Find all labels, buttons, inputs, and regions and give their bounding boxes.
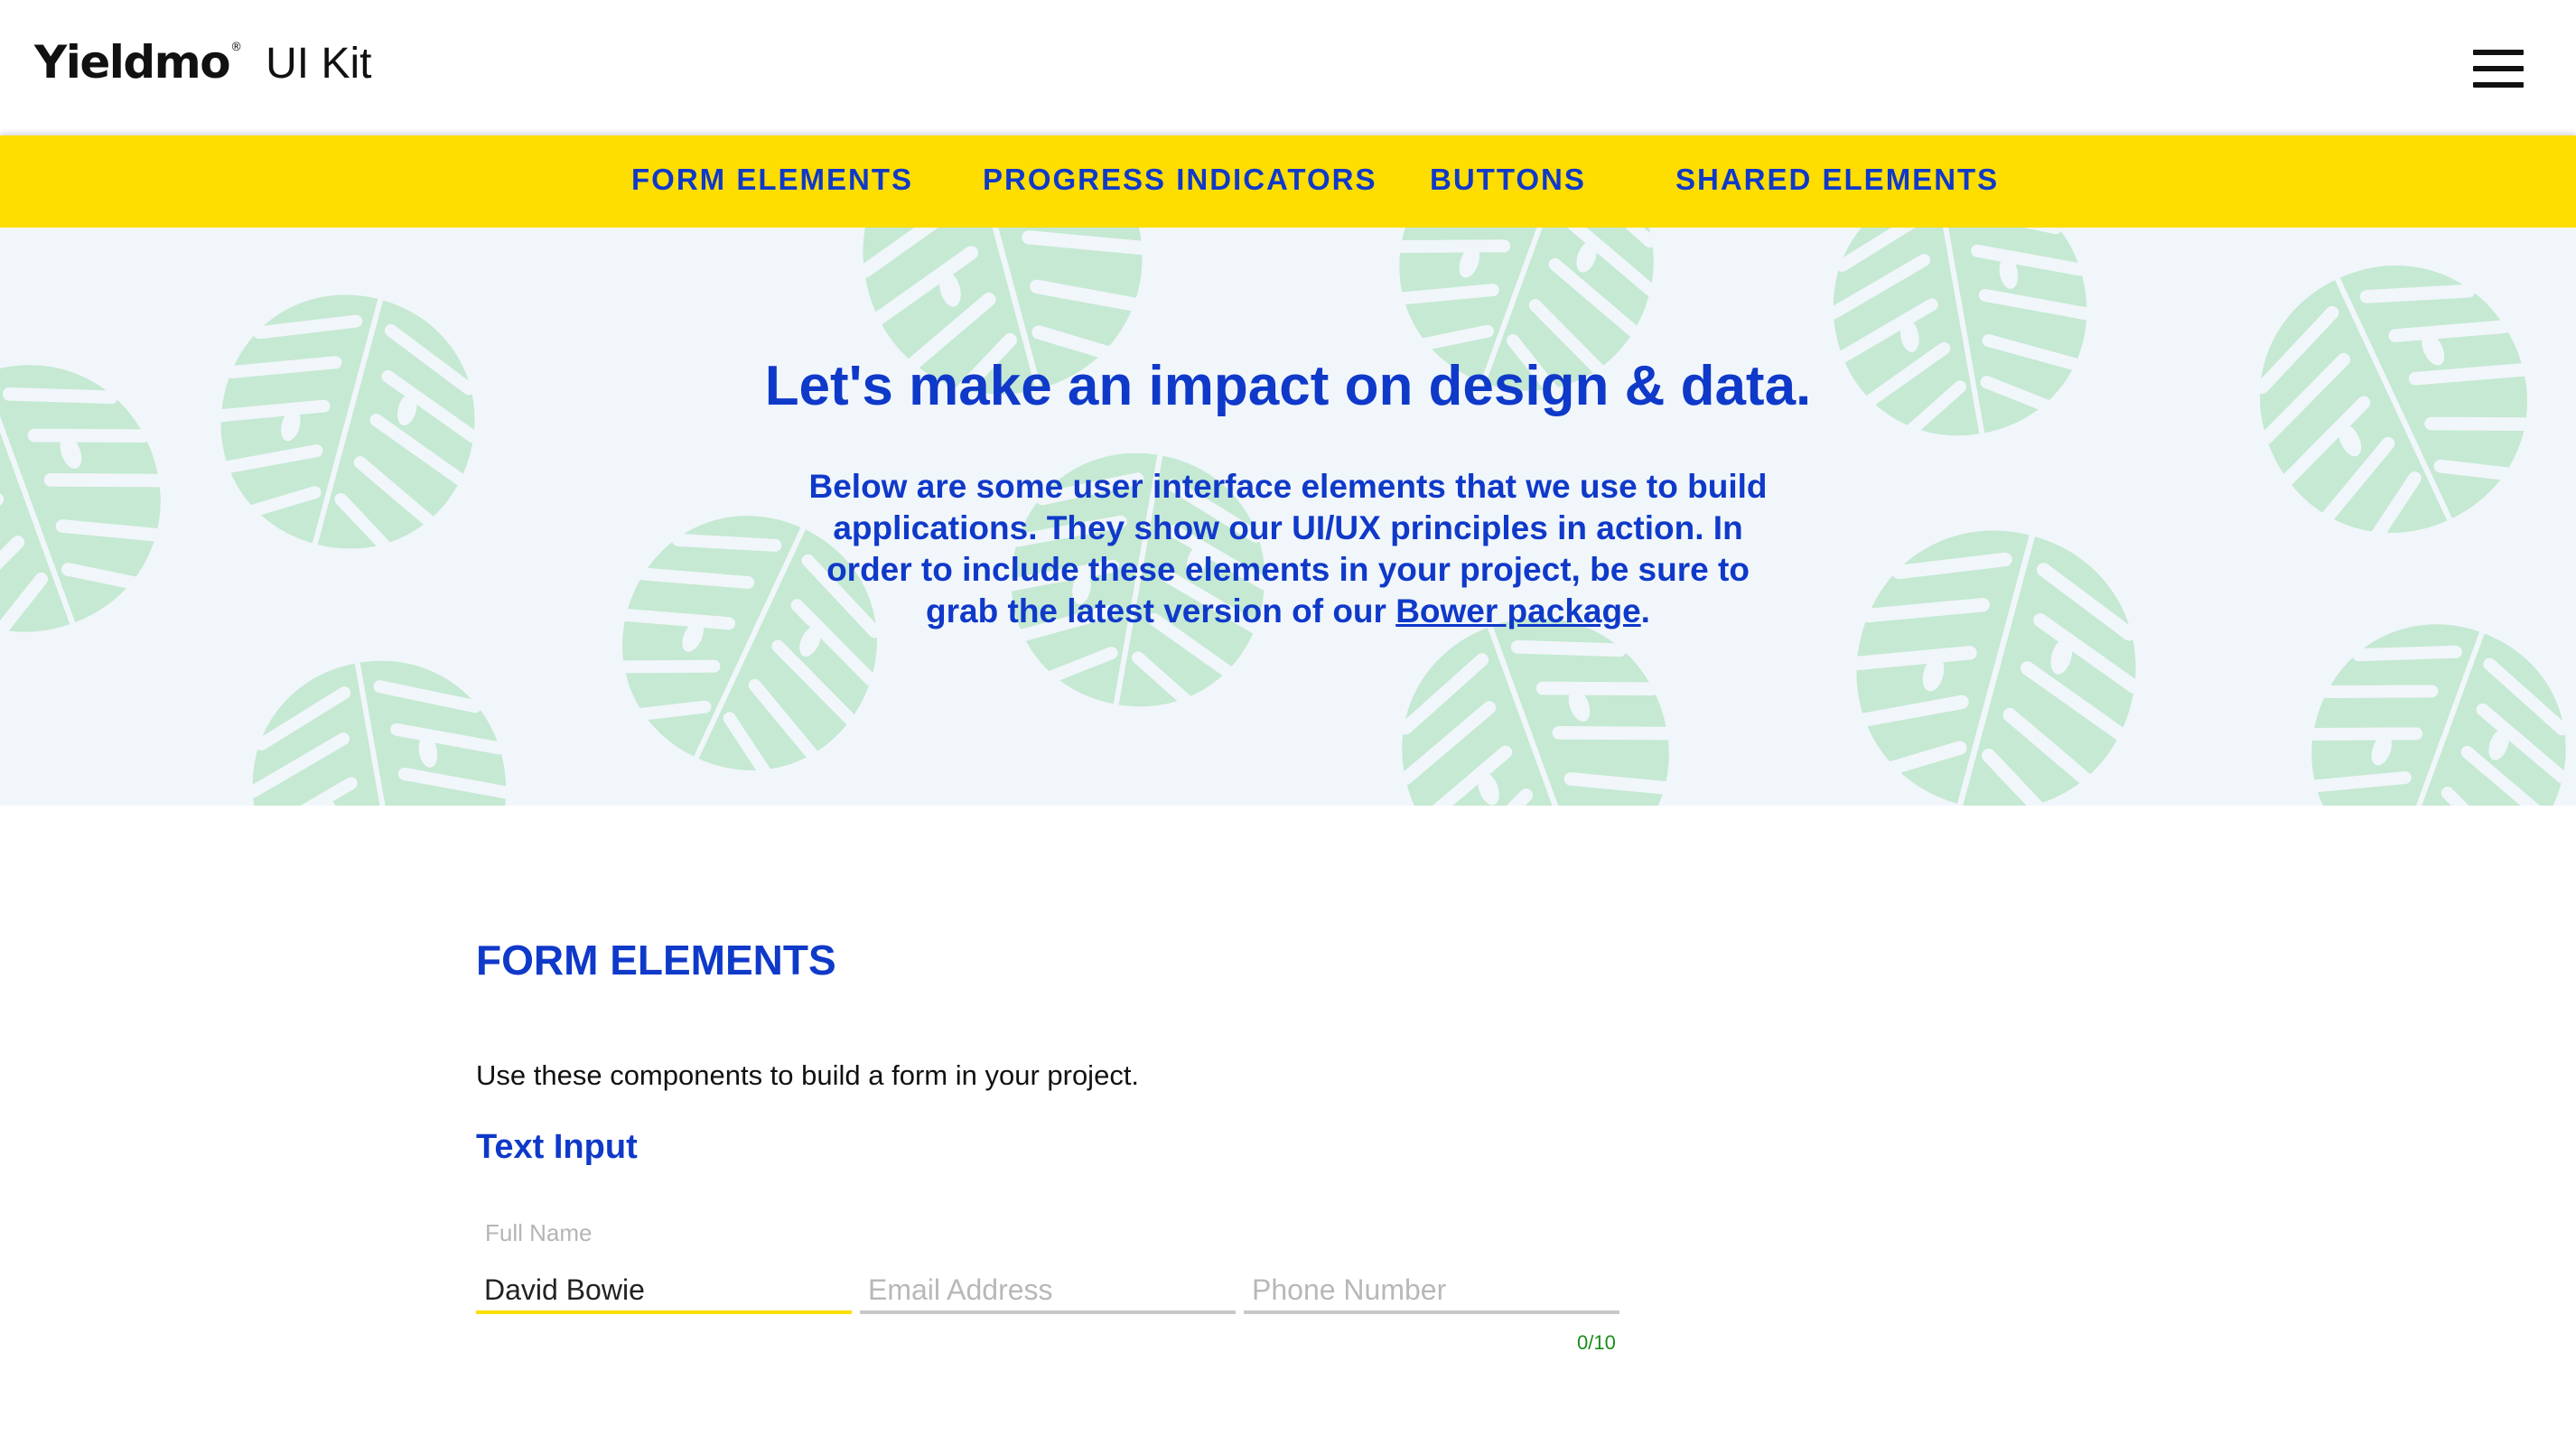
hamburger-menu-icon[interactable] — [2473, 50, 2524, 88]
phone-character-counter: 0/10 — [1577, 1331, 1616, 1354]
bower-package-link[interactable]: Bower package — [1395, 592, 1640, 629]
menu-bar — [2473, 82, 2524, 88]
email-field — [860, 1219, 1236, 1319]
nav-buttons[interactable]: BUTTONS — [1430, 163, 1586, 197]
nav-progress-indicators[interactable]: PROGRESS INDICATORS — [983, 163, 1377, 197]
section-nav: FORM ELEMENTS PROGRESS INDICATORS BUTTON… — [0, 135, 2576, 228]
menu-bar — [2473, 50, 2524, 55]
phone-field — [1244, 1219, 1619, 1319]
hero-description-end: . — [1640, 592, 1650, 629]
top-header: Yieldmo ® UI Kit — [0, 0, 2576, 135]
hero-banner: Let's make an impact on design & data. B… — [0, 228, 2576, 806]
brand[interactable]: Yieldmo ® UI Kit — [34, 36, 372, 89]
subsection-title: Text Input — [476, 1128, 638, 1166]
menu-bar — [2473, 66, 2524, 71]
email-input[interactable] — [860, 1269, 1236, 1314]
hero-title: Let's make an impact on design & data. — [764, 355, 1812, 417]
phone-input[interactable] — [1244, 1269, 1619, 1314]
app-subtitle: UI Kit — [266, 40, 372, 88]
section-title: FORM ELEMENTS — [476, 937, 836, 984]
full-name-field: Full Name — [476, 1219, 852, 1319]
nav-shared-elements[interactable]: SHARED ELEMENTS — [1675, 163, 1999, 197]
section-description: Use these components to build a form in … — [476, 1059, 1140, 1091]
full-name-label: Full Name — [485, 1219, 593, 1246]
nav-form-elements[interactable]: FORM ELEMENTS — [631, 163, 913, 197]
yieldmo-logo[interactable]: Yieldmo — [34, 36, 231, 89]
full-name-input[interactable] — [476, 1269, 852, 1314]
hero-description: Below are some user interface elements t… — [791, 466, 1785, 632]
registered-mark: ® — [230, 41, 243, 54]
